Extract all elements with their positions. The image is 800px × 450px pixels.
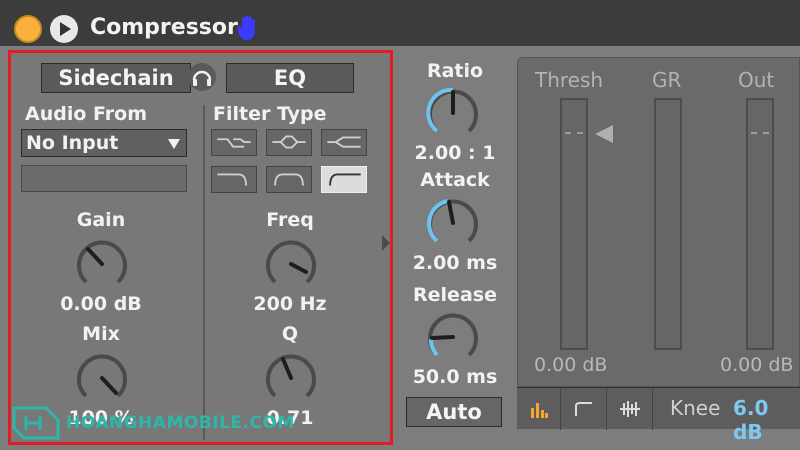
bandpass-filter-icon[interactable] — [266, 166, 312, 193]
gain-reduction-meter — [654, 98, 682, 350]
filter-type-label: Filter Type — [213, 103, 327, 125]
audio-from-value: No Input — [26, 132, 119, 154]
meter-tick — [751, 132, 769, 134]
ratio-knob[interactable] — [424, 84, 482, 142]
activity-view-button[interactable] — [517, 388, 561, 430]
bell-filter-icon[interactable] — [266, 129, 312, 156]
audio-from-label: Audio From — [25, 103, 147, 125]
lowshelf-filter-icon[interactable] — [211, 129, 257, 156]
ratio-value: 2.00 : 1 — [414, 142, 496, 164]
gain-label: Gain — [76, 209, 126, 231]
q-knob[interactable] — [262, 349, 320, 407]
thresh-label: Thresh — [535, 68, 604, 92]
gain-value: 0.00 dB — [60, 293, 142, 315]
sidechain-panel: Sidechain EQ Audio From No Input Filter … — [8, 50, 393, 445]
ratio-label: Ratio — [426, 60, 484, 82]
collapse-arrow-icon[interactable] — [380, 233, 392, 253]
out-value: 0.00 dB — [720, 354, 794, 376]
hand-icon[interactable] — [236, 14, 260, 42]
attack-knob[interactable] — [424, 194, 482, 252]
meter-tick — [565, 132, 583, 134]
panel-divider — [203, 105, 205, 440]
waveform-view-button[interactable] — [607, 388, 653, 430]
lowpass-filter-icon[interactable] — [211, 166, 257, 193]
thresh-meter[interactable] — [560, 98, 588, 350]
eq-button[interactable]: EQ — [226, 63, 354, 93]
output-meter[interactable] — [746, 98, 774, 350]
transfer-curve-button[interactable] — [561, 388, 607, 430]
dropdown-arrow-icon — [168, 139, 180, 149]
headphones-icon[interactable] — [186, 61, 218, 93]
highpass-filter-icon[interactable] — [321, 166, 367, 193]
curve-icon — [575, 402, 592, 416]
threshold-slider-icon[interactable] — [595, 125, 613, 143]
gain-knob[interactable] — [73, 235, 131, 293]
q-label: Q — [281, 323, 299, 345]
watermark-text: HOANGHAMOBILE.COM — [66, 413, 295, 433]
freq-label: Freq — [266, 209, 314, 231]
knee-value[interactable]: 6.0 dB — [733, 396, 800, 444]
mix-knob[interactable] — [73, 349, 131, 407]
device-power-button[interactable] — [14, 15, 42, 43]
bar-chart-icon — [531, 403, 548, 418]
release-knob[interactable] — [424, 308, 482, 366]
audio-channel-field[interactable] — [21, 165, 187, 192]
out-label: Out — [738, 68, 775, 92]
release-label: Release — [413, 284, 497, 306]
play-icon[interactable] — [50, 15, 78, 43]
freq-value: 200 Hz — [253, 293, 327, 315]
waveform-icon — [620, 401, 640, 417]
attack-label: Attack — [420, 169, 490, 191]
freq-knob[interactable] — [262, 235, 320, 293]
auto-release-button[interactable]: Auto — [406, 397, 502, 427]
gr-label: GR — [652, 68, 682, 92]
highshelf-filter-icon[interactable] — [321, 129, 367, 156]
sidechain-button[interactable]: Sidechain — [41, 63, 191, 93]
release-value: 50.0 ms — [412, 366, 498, 388]
mix-label: Mix — [82, 323, 120, 345]
device-title: Compressor — [90, 15, 238, 40]
knee-label: Knee — [670, 396, 721, 420]
thresh-value: 0.00 dB — [534, 354, 608, 376]
attack-value: 2.00 ms — [412, 252, 498, 274]
audio-from-dropdown[interactable]: No Input — [21, 129, 187, 157]
